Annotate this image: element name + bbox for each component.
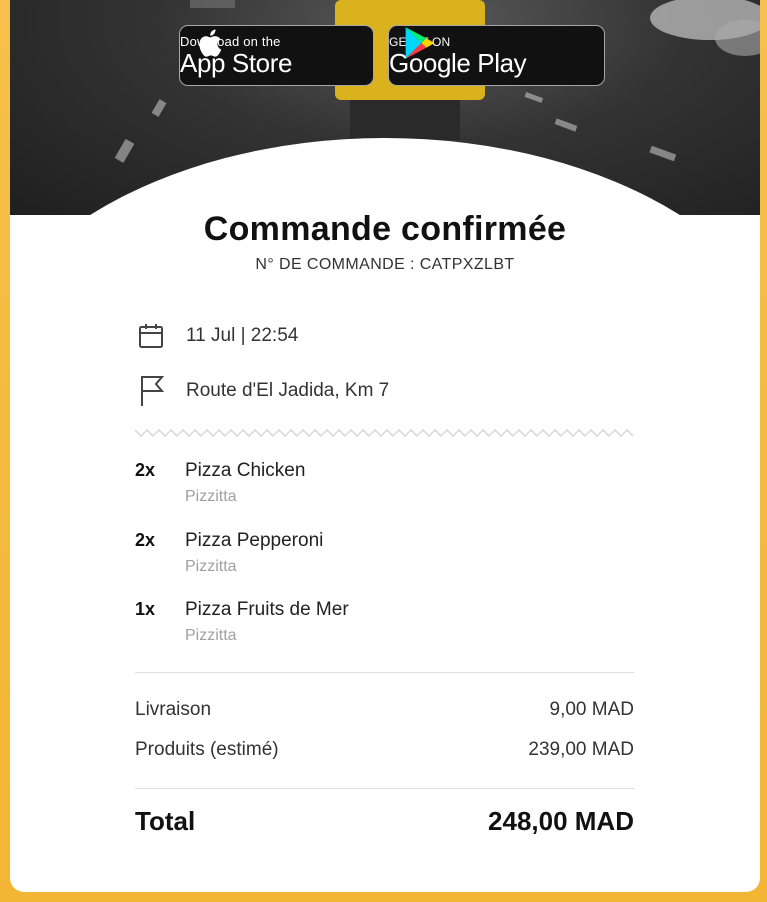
item-quantity: 2x (135, 460, 156, 480)
item-restaurant: Pizzitta (185, 627, 237, 644)
products-value: 239,00 MAD (528, 739, 634, 760)
delivery-value: 9,00 MAD (549, 699, 634, 720)
total-row: Total 248,00 MAD (135, 806, 634, 837)
apple-icon (199, 29, 222, 57)
item-quantity: 2x (135, 530, 156, 550)
products-row: Produits (estimé) 239,00 MAD (135, 739, 634, 761)
products-label: Produits (estimé) (135, 739, 279, 760)
page-title: Commande confirmée (203, 210, 567, 248)
item-name: Pizza Chicken (185, 460, 306, 481)
flag-icon (135, 375, 167, 407)
calendar-icon (135, 320, 167, 352)
item-name: Pizza Fruits de Mer (185, 599, 349, 620)
item-quantity: 1x (135, 599, 156, 619)
order-number: N° DE COMMANDE : CATPXZLBT (255, 256, 515, 273)
order-confirmation-card: Download on the App Store GET IT ON Goog… (10, 0, 760, 892)
order-address: Route d'El Jadida, Km 7 (186, 380, 390, 401)
item-restaurant: Pizzitta (185, 488, 237, 505)
hero-banner: Download on the App Store GET IT ON Goog… (10, 0, 760, 215)
app-store-button[interactable]: Download on the App Store (179, 25, 374, 86)
delivery-label: Livraison (135, 699, 212, 720)
delivery-fee-row: Livraison 9,00 MAD (135, 699, 634, 721)
list-item: 2x Pizza Chicken Pizzitta (135, 460, 635, 510)
order-address-row: Route d'El Jadida, Km 7 (135, 375, 389, 407)
total-label: Total (135, 806, 196, 836)
list-item: 2x Pizza Pepperoni Pizzitta (135, 530, 635, 580)
order-datetime-row: 11 Jul | 22:54 (135, 320, 298, 352)
total-value: 248,00 MAD (488, 806, 634, 836)
zigzag-divider (135, 429, 634, 437)
google-play-icon (405, 27, 434, 59)
item-name: Pizza Pepperoni (185, 530, 324, 551)
divider (135, 672, 634, 673)
google-play-button[interactable]: GET IT ON Google Play (388, 25, 605, 86)
list-item: 1x Pizza Fruits de Mer Pizzitta (135, 599, 635, 649)
item-restaurant: Pizzitta (185, 558, 237, 575)
divider (135, 788, 634, 789)
order-datetime: 11 Jul | 22:54 (186, 325, 299, 346)
